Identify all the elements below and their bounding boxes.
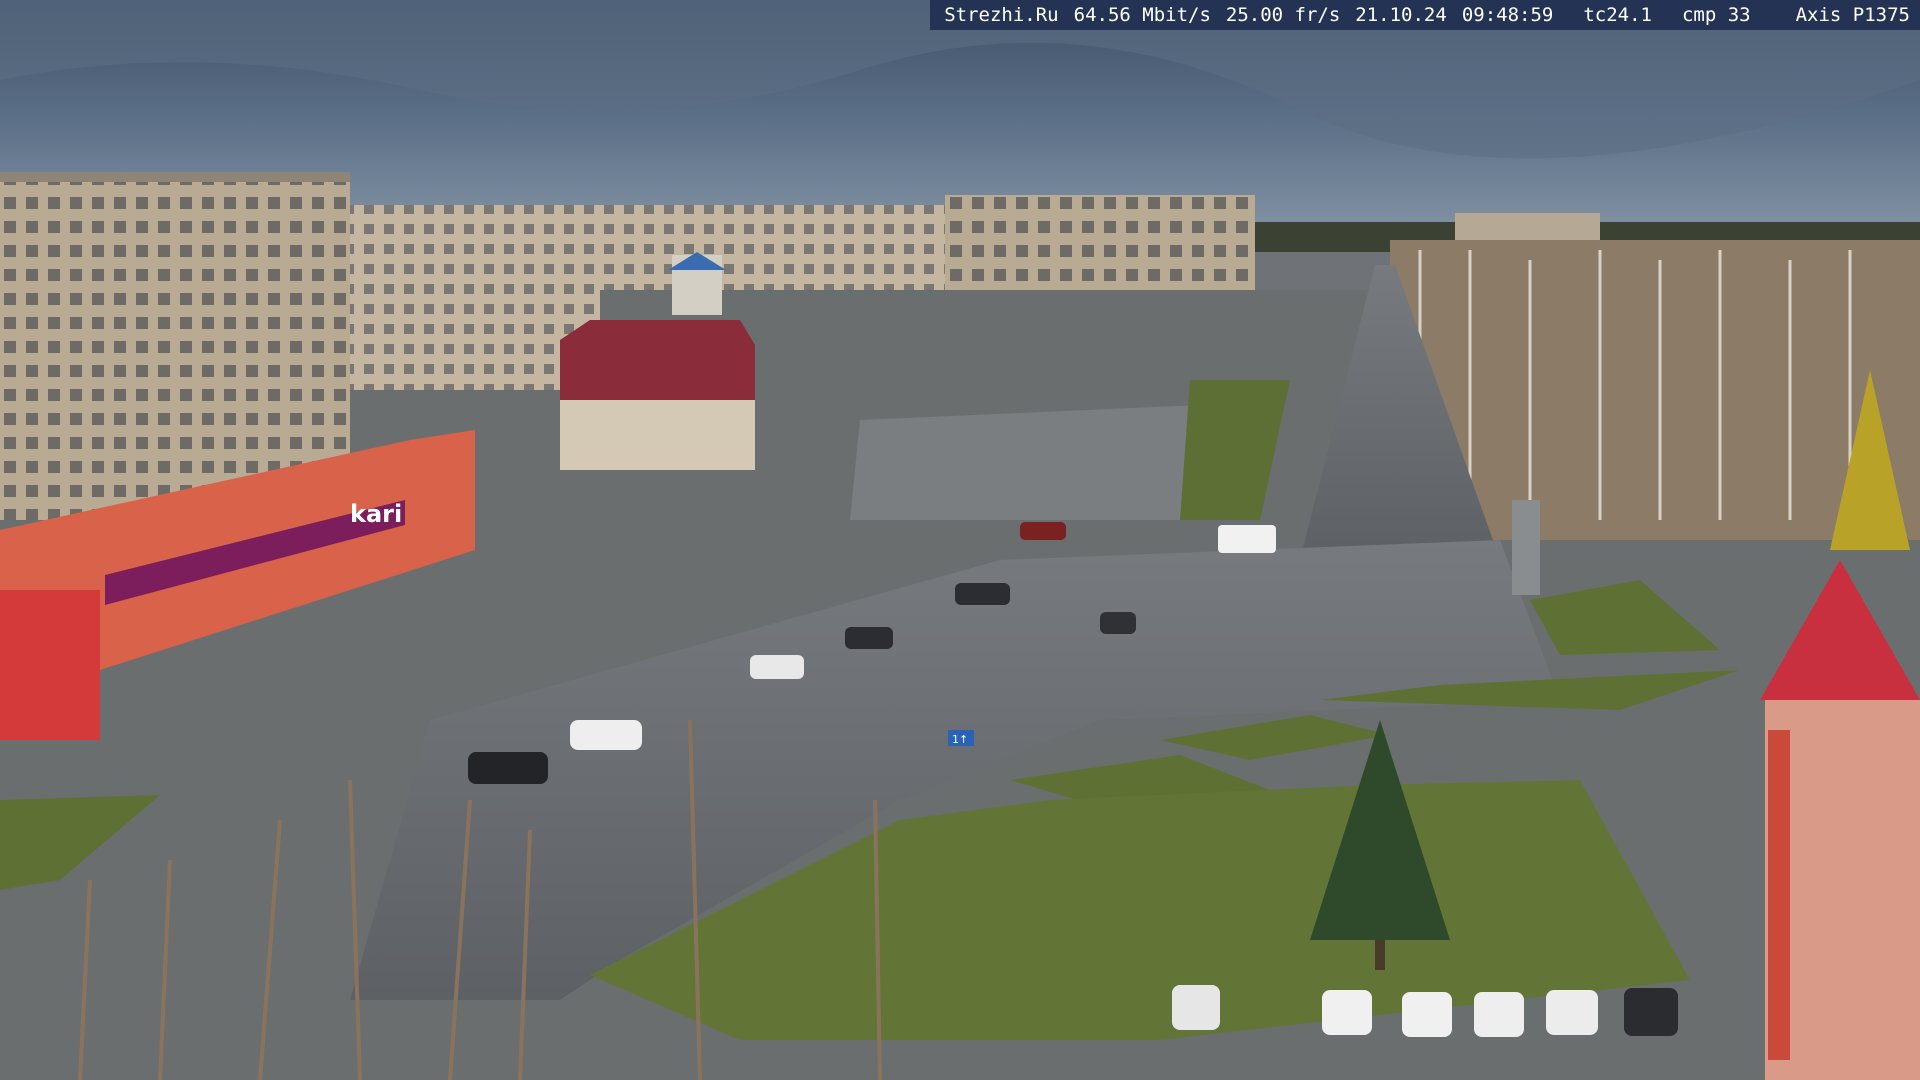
lane-sign-text: 1↑ [952, 733, 968, 746]
overlay-date: 21.10.24 [1355, 4, 1447, 26]
camera-info-overlay: Strezhi.Ru 64.56 Mbit/s 25.00 fr/s 21.10… [930, 0, 1920, 30]
overlay-fps: 25.00 fr/s [1225, 4, 1341, 26]
overlay-cmp: cmp 33 [1681, 4, 1751, 26]
red-corner-block [0, 590, 100, 740]
red-roof-building-wall [560, 400, 755, 470]
left-apartment-roof [0, 172, 350, 182]
monument [1512, 500, 1540, 595]
fir-trunk [1375, 940, 1385, 970]
overlay-tc: tc24.1 [1583, 4, 1652, 26]
webcam-scene: kari 1↑ [0, 0, 1920, 1080]
overlay-site: Strezhi.Ru [944, 4, 1059, 26]
overlay-camera: Axis P1375 [1795, 4, 1910, 26]
store-sign: kari [350, 500, 402, 528]
overlay-time: 09:48:59 [1461, 4, 1554, 26]
far-right-building [1455, 213, 1600, 243]
overlay-bitrate: 64.56 Mbit/s [1073, 4, 1211, 26]
town-square [850, 405, 1200, 520]
right-building-sign [1768, 730, 1790, 1060]
red-roof [560, 320, 755, 400]
